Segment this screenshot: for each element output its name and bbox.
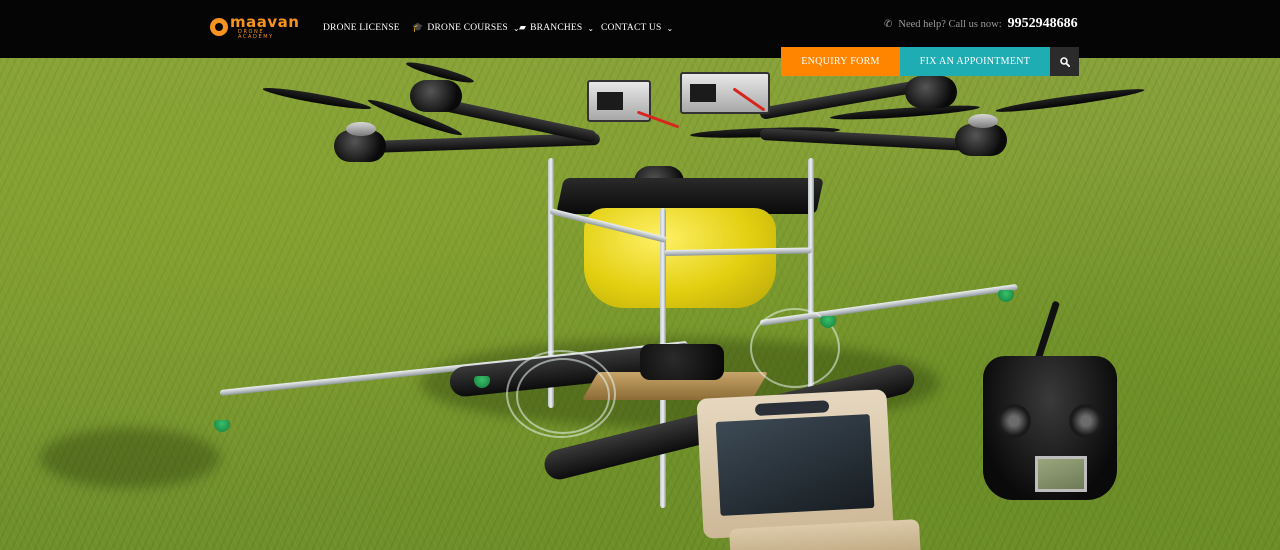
phone-icon: ✆ bbox=[884, 18, 893, 30]
logo-subtitle: DRONE ACADEMY bbox=[238, 28, 274, 40]
remote-controller bbox=[983, 356, 1117, 500]
drone-motor bbox=[955, 124, 1007, 156]
drone-motor bbox=[905, 76, 957, 108]
nav-item-label: DRONE LICENSE bbox=[323, 23, 400, 33]
logo-mark-icon bbox=[210, 18, 228, 36]
spray-nozzle bbox=[998, 290, 1014, 302]
help-text: Need help? Call us now: bbox=[898, 18, 1002, 30]
graduation-cap-icon: 🎓 bbox=[412, 23, 424, 33]
chevron-down-icon: ⌄ bbox=[587, 23, 595, 33]
drone-battery bbox=[680, 72, 770, 114]
nav-item-drone-license[interactable]: DRONE LICENSE bbox=[323, 20, 400, 36]
logo-word: maavan bbox=[230, 12, 300, 31]
logo-text: maavan DRONE ACADEMY bbox=[230, 12, 302, 40]
nav-item-branches[interactable]: ▰ BRANCHES ⌄ bbox=[519, 20, 594, 36]
ground-monitor bbox=[696, 389, 894, 539]
nav-item-drone-courses[interactable]: 🎓 DRONE COURSES ⌄ bbox=[412, 20, 520, 36]
grass-shadow bbox=[40, 428, 220, 488]
drone-battery bbox=[587, 80, 651, 122]
fix-appointment-button[interactable]: FIX AN APPOINTMENT bbox=[900, 47, 1050, 76]
enquiry-form-button[interactable]: ENQUIRY FORM bbox=[781, 47, 900, 76]
chevron-down-icon: ⌄ bbox=[666, 23, 674, 33]
nav-item-label: DRONE COURSES bbox=[427, 23, 508, 33]
help-contact: ✆ Need help? Call us now: 9952948686 bbox=[884, 16, 1078, 32]
hose bbox=[516, 358, 610, 434]
propeller-blade bbox=[829, 102, 981, 123]
spray-nozzle bbox=[820, 316, 836, 328]
spray-nozzle bbox=[214, 420, 230, 432]
landing-rail bbox=[663, 247, 813, 256]
propeller-blade bbox=[995, 85, 1145, 116]
propeller-blade bbox=[262, 84, 372, 113]
spray-pump bbox=[640, 344, 724, 380]
search-button[interactable] bbox=[1050, 47, 1079, 76]
search-icon bbox=[1059, 56, 1070, 67]
motor-cap bbox=[968, 114, 998, 128]
nav-item-contact-us[interactable]: CONTACT US ⌄ bbox=[601, 20, 673, 36]
map-icon: ▰ bbox=[519, 23, 527, 33]
motor-cap bbox=[346, 122, 376, 136]
nav-item-label: CONTACT US bbox=[601, 23, 662, 33]
brand-logo[interactable]: maavan DRONE ACADEMY bbox=[210, 12, 302, 40]
nav-item-label: BRANCHES bbox=[530, 23, 583, 33]
top-navbar: maavan DRONE ACADEMY DRONE LICENSE 🎓 DRO… bbox=[0, 0, 1280, 58]
hero-banner-image bbox=[0, 58, 1280, 550]
drone-motor bbox=[410, 80, 462, 112]
help-phone-number[interactable]: 9952948686 bbox=[1008, 16, 1078, 32]
